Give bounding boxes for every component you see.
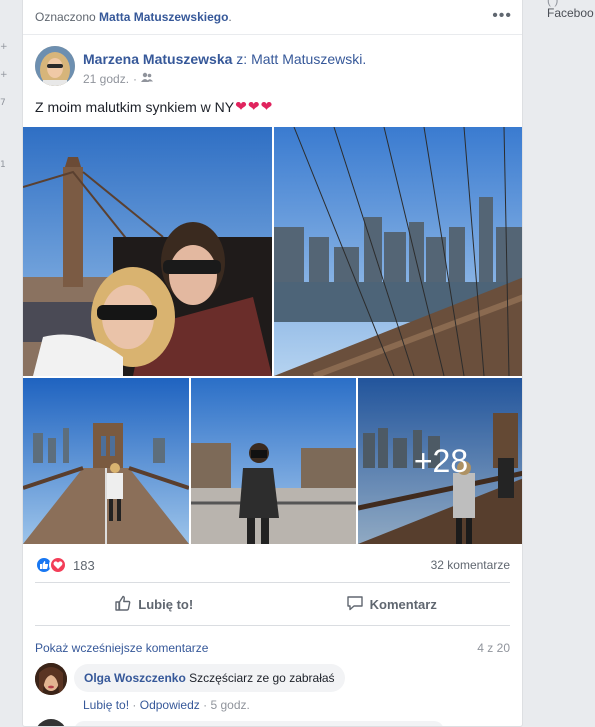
post-photo[interactable] [274,127,522,376]
left-edge-mark: 1 [0,160,6,170]
comment-pager: 4 z 20 [477,641,510,655]
comments-count-link[interactable]: 32 komentarze [431,558,510,572]
like-button-label: Lubię to! [138,596,194,612]
left-column-edge: + + 7 1 [0,0,22,727]
left-edge-mark: + [0,42,8,52]
tagged-suffix: . [228,10,232,24]
comment-text: Szczęściarz ze go zabrałaś [189,671,335,685]
meta-separator: · [133,72,138,86]
comment-timestamp[interactable]: 5 godz. [210,698,249,712]
reaction-count: 183 [73,557,95,573]
tagged-person-link[interactable]: Matta Matuszewskiego [99,10,228,24]
author-name-link[interactable]: Marzena Matuszewska [83,51,232,67]
left-edge-mark: 7 [0,98,6,108]
comment-bubble: Olga Woszczenko Szczęściarz ze go zabrał… [74,664,345,692]
more-photos-count[interactable]: +28 [358,378,522,544]
ellipsis-icon[interactable]: ••• [492,8,512,24]
post-photo[interactable] [191,378,356,544]
right-sidebar-facebook-label[interactable]: Faceboo [547,6,594,20]
post-action-bar: Lubię to! Komentarz [35,582,510,626]
with-person-link[interactable]: z: Matt Matuszewski. [236,51,366,67]
header-divider [23,34,522,35]
post-meta: 21 godz. · [83,72,154,86]
post-timestamp[interactable]: 21 godz. [83,72,129,86]
comment-actions: Lubię to! · Odpowiedz · 5 godz. [83,698,250,712]
heart-emoji-icon: ❤ [247,99,260,115]
comment-button-label: Komentarz [369,596,437,612]
post-text: Z moim malutkim synkiem w NY ❤ ❤ ❤ [35,99,272,115]
comment-button[interactable]: Komentarz [273,583,511,625]
right-sidebar: ( ) Faceboo [535,0,595,727]
commenter-avatar[interactable] [35,663,67,695]
post-photo-more[interactable]: +28 [358,378,522,544]
commenter-name-link[interactable]: Olga Woszczenko [84,671,186,685]
tagged-prefix: Oznaczono [35,10,96,24]
post-message: Z moim malutkim synkiem w NY [35,99,235,115]
comment-bubble-icon [346,594,364,615]
love-reaction-icon [49,556,67,574]
heart-emoji-icon: ❤ [235,99,247,115]
like-button[interactable]: Lubię to! [35,583,273,625]
author-avatar[interactable] [35,46,75,86]
author-line: Marzena Matuszewska z: Matt Matuszewski. [83,51,366,67]
tagged-header: Oznaczono Matta Matuszewskiego. [35,10,232,24]
next-comment-bubble [74,721,444,726]
friends-icon[interactable] [141,72,154,86]
post-photo[interactable] [23,127,272,376]
comment-actions-dot: · [132,698,137,712]
reactions-summary[interactable]: 183 [35,556,95,574]
comment-reply-link[interactable]: Odpowiedz [140,698,200,712]
next-commenter-avatar[interactable] [35,719,67,726]
show-previous-comments-link[interactable]: Pokaż wcześniejsze komentarze [35,641,208,655]
comment-actions-dot: · [203,698,208,712]
left-edge-mark: + [0,70,8,80]
heart-emoji-icon: ❤ [260,99,273,115]
thumbs-up-icon [114,594,132,615]
feed-post-card: Oznaczono Matta Matuszewskiego. ••• Marz… [22,0,523,727]
comment-like-link[interactable]: Lubię to! [83,698,129,712]
post-photo[interactable] [23,378,189,544]
